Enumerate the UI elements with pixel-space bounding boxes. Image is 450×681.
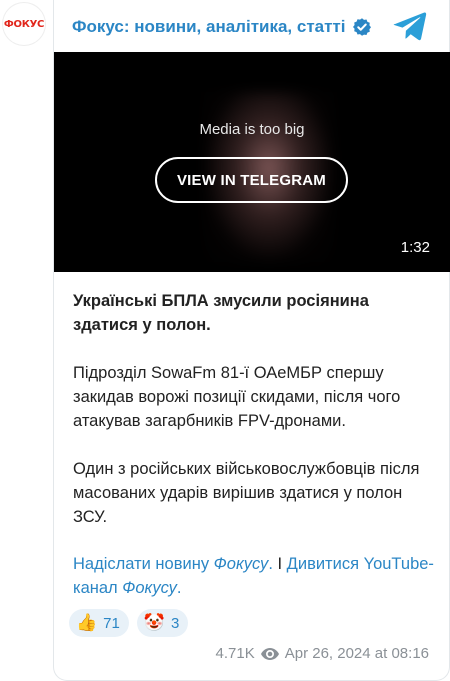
media-too-big-message: Media is too big (199, 121, 305, 138)
reaction-thumbs-up[interactable]: 👍 71 (69, 609, 129, 637)
thumbs-up-icon: 👍 (76, 612, 98, 633)
post-meta: 4.71K Apr 26, 2024 at 08:16 (216, 645, 429, 662)
post-timestamp: Apr 26, 2024 at 08:16 (284, 645, 429, 662)
send-news-link-text: Надіслати новину (73, 555, 214, 573)
post-paragraph-2: Один з російських військовослужбовців пі… (73, 460, 420, 526)
post-card: Фокус: новини, аналітика, статті Media i… (53, 0, 450, 681)
send-news-link[interactable]: Надіслати новину Фокусу. (73, 555, 273, 573)
post-header: Фокус: новини, аналітика, статті (72, 14, 439, 40)
view-count: 4.71K (215, 645, 255, 662)
video-duration: 1:32 (400, 239, 430, 256)
reaction-count: 71 (103, 614, 120, 632)
post-headline: Українські БПЛА змусили росіянина здатис… (73, 292, 369, 334)
channel-avatar[interactable]: ФОКУС (2, 2, 46, 46)
reactions-bar: 👍 71 🤡 3 (69, 609, 189, 637)
post-text: Українські БПЛА змусили росіянина здатис… (73, 289, 435, 553)
reaction-count: 3 (171, 614, 180, 632)
view-in-telegram-button[interactable]: VIEW IN TELEGRAM (155, 157, 348, 203)
post-paragraph-1: Підрозділ SowaFm 81-ї ОАеМБР спершу заки… (73, 364, 401, 430)
send-news-link-brand: Фокусу (213, 555, 269, 573)
reaction-clown[interactable]: 🤡 3 (136, 609, 189, 637)
verified-badge-icon (352, 17, 372, 37)
eye-icon (260, 647, 279, 660)
clown-face-icon: 🤡 (143, 612, 166, 633)
link-separator: I (272, 555, 287, 573)
youtube-link-brand: Фокусу (122, 579, 177, 597)
telegram-logo-icon[interactable] (393, 11, 427, 41)
channel-name-link[interactable]: Фокус: новини, аналітика, статті (72, 17, 346, 37)
youtube-link-end: . (176, 579, 182, 597)
video-media[interactable]: Media is too big VIEW IN TELEGRAM 1:32 (54, 52, 450, 272)
post-links: Надіслати новину Фокусу. I Дивитися YouT… (73, 552, 435, 600)
avatar-logo-text: ФОКУС (3, 18, 45, 30)
